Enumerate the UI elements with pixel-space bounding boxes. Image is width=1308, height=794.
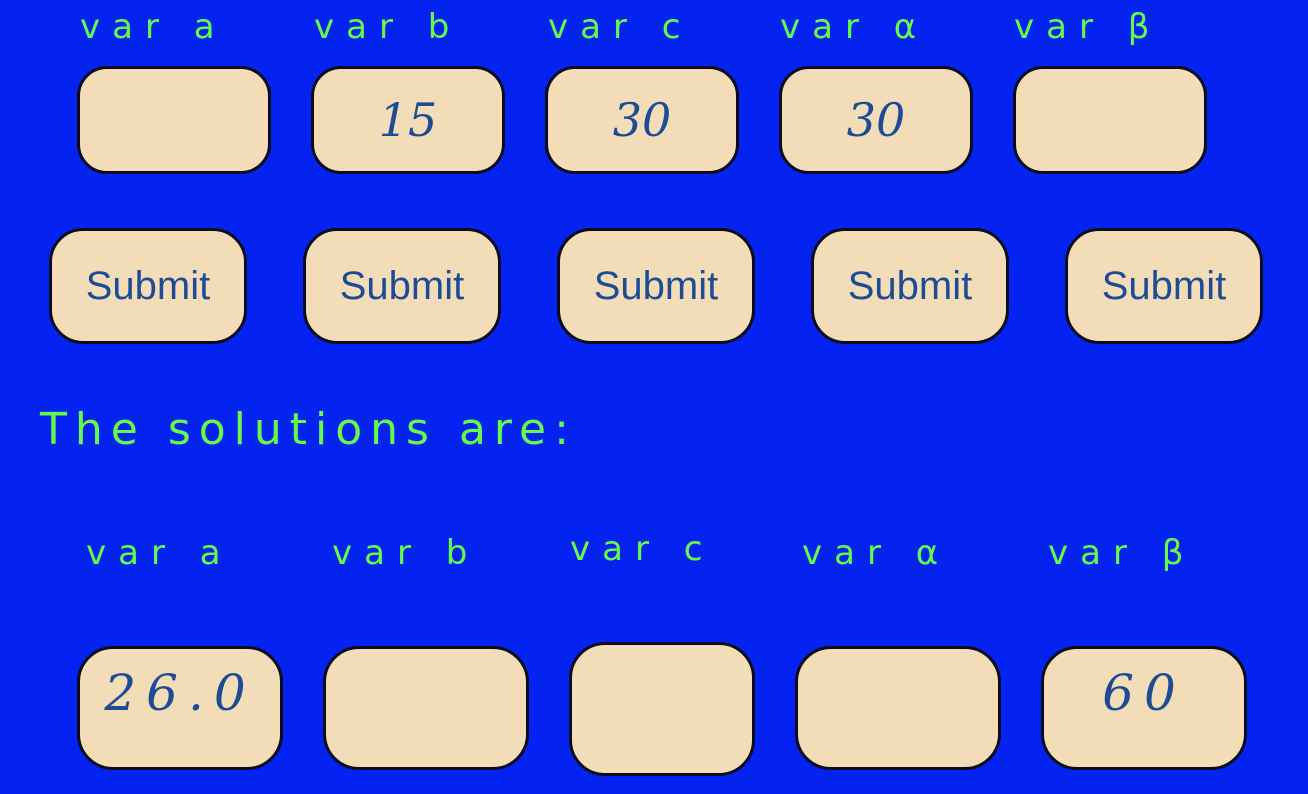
solution-output-alpha bbox=[795, 646, 1001, 770]
input-label-c: var c bbox=[548, 7, 693, 47]
submit-button-c[interactable]: Submit bbox=[557, 228, 755, 344]
solution-output-b bbox=[323, 646, 529, 770]
solution-output-beta: 60 bbox=[1041, 646, 1247, 770]
input-field-b[interactable] bbox=[311, 66, 505, 174]
input-field-c[interactable] bbox=[545, 66, 739, 174]
solutions-heading: The solutions are: bbox=[40, 404, 577, 455]
input-field-beta[interactable] bbox=[1013, 66, 1207, 174]
solution-output-c bbox=[569, 642, 755, 776]
solution-output-a: 26.0 bbox=[77, 646, 283, 770]
submit-button-a[interactable]: Submit bbox=[49, 228, 247, 344]
input-label-alpha: var α bbox=[780, 7, 929, 47]
solution-label-alpha: var α bbox=[802, 533, 951, 573]
solution-label-a: var a bbox=[86, 533, 233, 573]
solution-label-b: var b bbox=[332, 533, 480, 573]
input-label-beta: var β bbox=[1014, 7, 1162, 47]
solution-label-beta: var β bbox=[1048, 533, 1196, 573]
solution-value-beta: 60 bbox=[1102, 664, 1186, 722]
input-label-a: var a bbox=[80, 7, 227, 47]
input-label-b: var b bbox=[314, 7, 462, 47]
input-field-alpha[interactable] bbox=[779, 66, 973, 174]
submit-button-beta[interactable]: Submit bbox=[1065, 228, 1263, 344]
solution-value-a: 26.0 bbox=[104, 664, 256, 722]
submit-button-b[interactable]: Submit bbox=[303, 228, 501, 344]
input-field-a[interactable] bbox=[77, 66, 271, 174]
solution-label-c: var c bbox=[570, 529, 715, 569]
submit-button-alpha[interactable]: Submit bbox=[811, 228, 1009, 344]
